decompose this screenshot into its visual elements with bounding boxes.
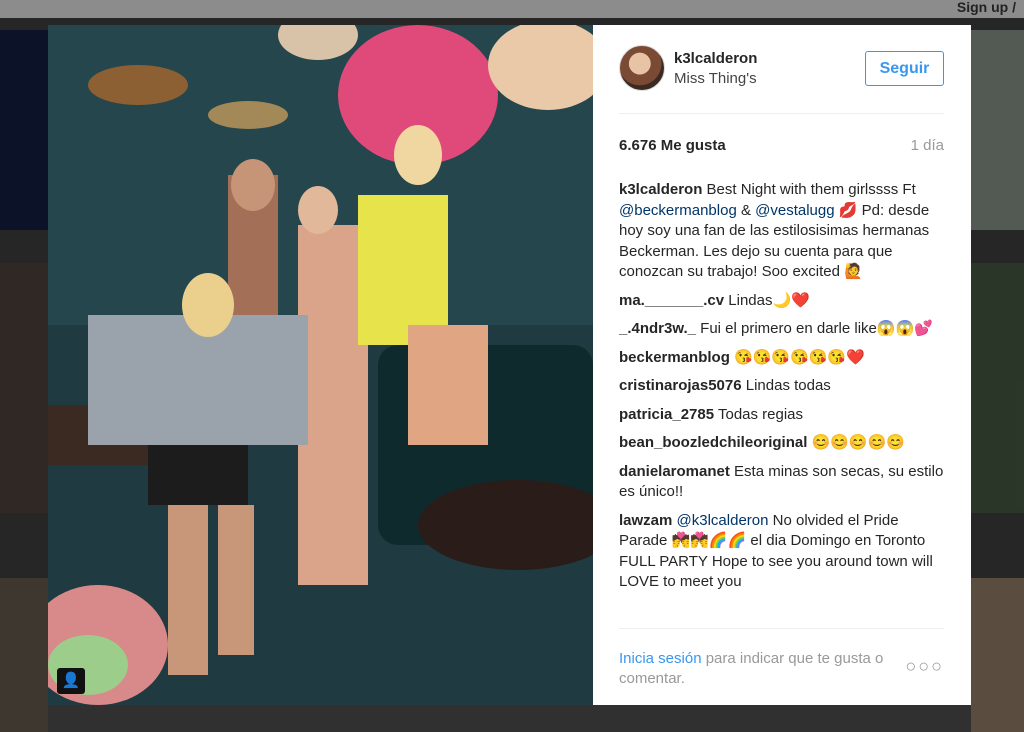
follow-button[interactable]: Seguir [865, 51, 944, 86]
post-modal: 👤 k3lcalderon Miss Thing's Seguir 6.676 … [48, 25, 971, 705]
person-icon[interactable]: 👤 [57, 668, 85, 694]
post-footer: Inicia sesión para indicar que te gusta … [619, 628, 944, 706]
top-bar: Sign up / [0, 0, 1024, 18]
location-link[interactable]: Miss Thing's [674, 70, 757, 87]
comment-item: danielaromanet Esta minas son secas, su … [619, 462, 949, 503]
comment-item: lawzam @k3lcalderon No olvided el Pride … [619, 511, 949, 593]
comment-text: Lindas todas [741, 377, 831, 394]
mention-link[interactable]: @k3lcalderon [677, 512, 769, 529]
login-link[interactable]: Inicia sesión [619, 650, 702, 667]
signup-link[interactable]: Sign up / [957, 0, 1016, 15]
photo-illustration [48, 25, 593, 705]
comment-item: _.4ndr3w._ Fui el primero en darle like😱… [619, 319, 949, 340]
comment-user-link[interactable]: _.4ndr3w._ [619, 320, 696, 337]
comment-user-link[interactable]: beckermanblog [619, 349, 730, 366]
comment-user-link[interactable]: cristinarojas5076 [619, 377, 742, 394]
avatar[interactable] [619, 45, 665, 91]
username-link[interactable]: k3lcalderon [674, 50, 757, 67]
caption-text: Best Night with them girlssss Ft [702, 181, 916, 198]
comment-text: 😊😊😊😊😊 [807, 434, 905, 451]
post-photo[interactable]: 👤 [48, 25, 593, 705]
comment-item: ma._______.cv Lindas🌙❤️ [619, 291, 949, 312]
mention-link[interactable]: @vestalugg [755, 202, 834, 219]
caption-text: & [736, 201, 756, 219]
comment-item: cristinarojas5076 Lindas todas [619, 376, 949, 397]
caption-user-link[interactable]: k3lcalderon [619, 181, 702, 198]
comment-text: 😘😘😘😘😘😘❤️ [729, 348, 865, 366]
comments-list[interactable]: k3lcalderon Best Night with them girlsss… [619, 180, 949, 628]
comment-item: patricia_2785 Todas regias [619, 405, 949, 426]
comment-item: beckermanblog 😘😘😘😘😘😘❤️ [619, 348, 949, 369]
caption: k3lcalderon Best Night with them girlsss… [619, 180, 949, 283]
comment-text: Todas regias [714, 405, 804, 423]
likes-count[interactable]: 6.676 Me gusta [619, 137, 726, 154]
comment-user-link[interactable]: danielaromanet [619, 463, 730, 480]
comment-item: bean_boozledchileoriginal 😊😊😊😊😊 [619, 433, 949, 454]
comment-user-link[interactable]: bean_boozledchileoriginal [619, 434, 807, 451]
post-time[interactable]: 1 día [911, 137, 944, 154]
more-dots-icon[interactable]: ○○○ [905, 656, 944, 677]
post-details-panel: k3lcalderon Miss Thing's Seguir 6.676 Me… [593, 25, 971, 705]
comment-user-link[interactable]: ma._______.cv [619, 292, 724, 309]
comment-user-link[interactable]: lawzam [619, 512, 672, 529]
login-prompt: Inicia sesión para indicar que te gusta … [619, 649, 909, 689]
comment-text: Lindas🌙❤️ [724, 291, 810, 309]
comment-user-link[interactable]: patricia_2785 [619, 406, 714, 423]
mention-link[interactable]: @beckermanblog [619, 202, 737, 219]
post-header: k3lcalderon Miss Thing's Seguir [619, 45, 944, 114]
comment-text: Fui el primero en darle like😱😱💕 [695, 320, 933, 337]
